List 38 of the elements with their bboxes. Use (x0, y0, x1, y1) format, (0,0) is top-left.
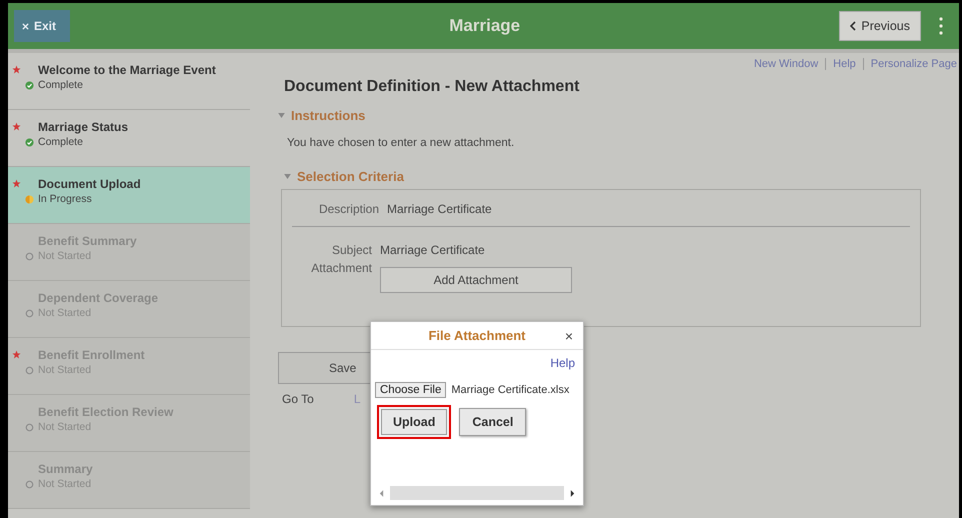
previous-button[interactable]: Previous (839, 11, 921, 41)
instructions-text: You have chosen to enter a new attachment. (287, 137, 516, 149)
page-heading: Marriage (448, 16, 522, 36)
group-heading[interactable]: Instructions (291, 108, 366, 123)
go-to-label: Go To (282, 392, 314, 406)
step-title: Document Upload (38, 177, 142, 191)
step-item[interactable]: Document Upload In Progress (8, 167, 250, 224)
step-title: Welcome to the Marriage Event (38, 63, 217, 77)
step-status: Complete (38, 136, 83, 148)
field-label: Attachment (310, 261, 372, 275)
collapse-triangle-icon[interactable] (278, 113, 285, 118)
more-options-icon[interactable] (939, 17, 943, 35)
section-title: Document Definition - New Attachment (284, 78, 580, 96)
dialog-button[interactable]: Upload (377, 405, 452, 439)
choose-file-button[interactable]: Choose File (375, 382, 446, 398)
close-icon (22, 22, 29, 30)
field-value: Marriage Certificate (380, 243, 485, 257)
step-title: Marriage Status (38, 120, 130, 134)
chevron-left-icon (850, 21, 856, 31)
exit-button[interactable]: Exit (14, 10, 70, 42)
help-link[interactable]: Help (550, 356, 575, 370)
dialog-button[interactable]: Cancel (459, 408, 526, 436)
header-link[interactable]: Personalize Page (870, 58, 957, 70)
dialog-title: File Attachment (428, 328, 526, 343)
scroll-left-icon[interactable] (379, 488, 384, 498)
field-label: Subject (330, 243, 372, 257)
step-status: Complete (38, 79, 83, 91)
header-link[interactable]: Help (833, 58, 856, 70)
add-attachment-button[interactable]: Add Attachment (380, 267, 572, 293)
collapse-triangle-icon[interactable] (284, 174, 291, 179)
step-status: In Progress (38, 193, 92, 205)
group-heading[interactable]: Selection Criteria (297, 169, 404, 184)
file-name: Marriage Certificate.xlsx (451, 384, 570, 396)
header-link[interactable]: New Window (754, 58, 818, 70)
close-button[interactable]: × (564, 328, 573, 344)
field-value: Marriage Certificate (387, 202, 492, 216)
scroll-right-icon[interactable] (570, 488, 575, 498)
field-label: Description (318, 202, 379, 216)
